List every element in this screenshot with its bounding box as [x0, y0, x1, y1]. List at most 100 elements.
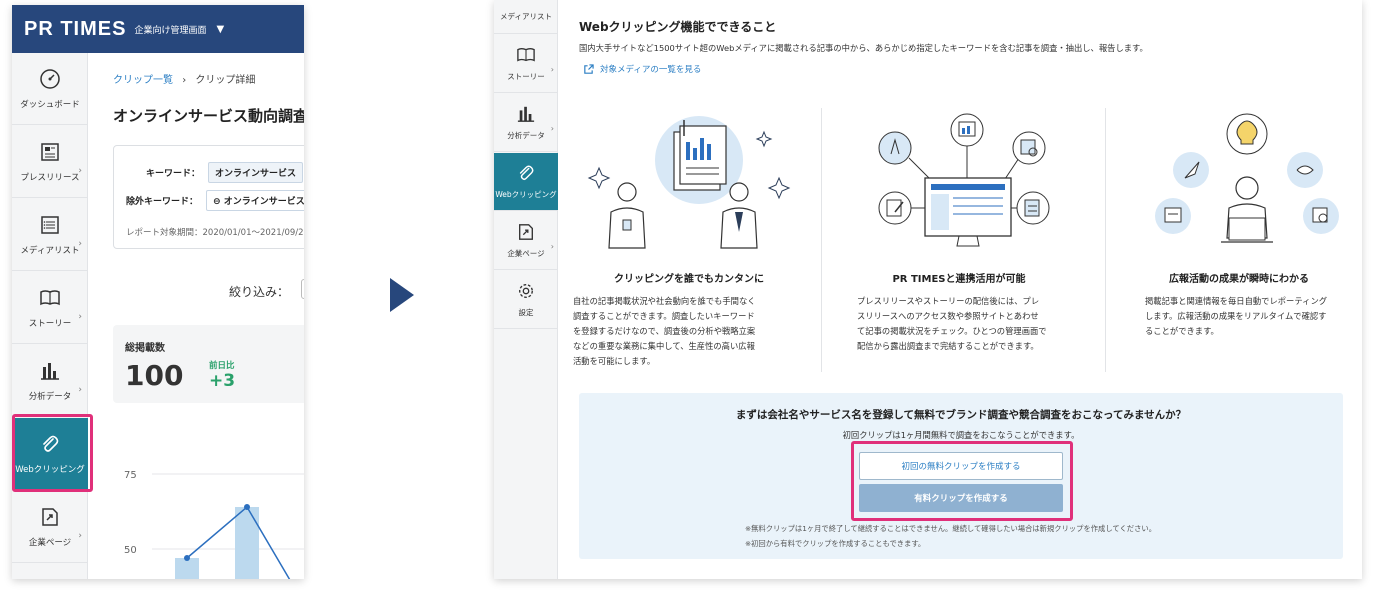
divider [1105, 108, 1106, 372]
highlight-frame [851, 441, 1073, 521]
sidebar-item-label: 分析データ [28, 391, 72, 402]
chevron-right-icon: › [78, 531, 82, 541]
after-screen: メディアリスト ストーリー › 分析データ › Webクリッピング 企業ページ … [494, 0, 1362, 579]
stat-value: 100 [125, 359, 184, 392]
cta-title: まずは会社名やサービス名を登録して無料でブランド調査や競合調査をおこなってみませ… [735, 409, 1187, 421]
transition-arrow-icon [390, 278, 414, 312]
people-with-report-illustration [587, 116, 791, 249]
chevron-right-icon: › [78, 166, 82, 176]
sidebar-item-analytics[interactable]: 分析データ › [494, 94, 558, 152]
page-title: オンラインサービス動向調査 [113, 107, 304, 125]
chevron-right-icon: › [550, 242, 554, 251]
exclude-keyword-row: 除外キーワード： ⊖ オンラインサービス [126, 190, 304, 211]
y-tick-label: 50 [124, 545, 137, 556]
sidebar-item-company-page[interactable]: 企業ページ › [12, 491, 88, 563]
media-list-link[interactable]: 対象メディアの一覧を見る [583, 63, 701, 75]
compare-label: 前日比 [209, 361, 235, 371]
sidebar-item-label: 企業ページ [507, 249, 545, 258]
bar [175, 558, 199, 579]
divider [821, 108, 822, 372]
sidebar-item-label: ストーリー [28, 318, 72, 329]
y-tick-label: 75 [124, 470, 137, 481]
sidebar-item-label: メディアリスト [20, 245, 80, 256]
brand-logo[interactable]: PR TIMES [24, 18, 126, 41]
sidebar-item-story[interactable]: ストーリー › [494, 35, 558, 93]
data-point [184, 555, 190, 561]
gear-icon [516, 281, 536, 301]
cta-subtitle: 初回クリップは1ヶ月間無料で調査をおこなうことができます。 [842, 430, 1080, 440]
sidebar-item-label: 設定 [518, 308, 534, 317]
trend-chart: 75 50 [124, 470, 304, 579]
sidebar-item-dashboard[interactable]: ダッシュボード [12, 53, 88, 125]
feature-line: 自社の記事掲載状況や社会動向を誰でも手間なく [573, 296, 756, 306]
breadcrumb-link[interactable]: クリップ一覧 [113, 75, 173, 86]
sidebar-item-media-list[interactable]: メディアリスト › [12, 199, 88, 271]
person-with-laptop-illustration [1155, 113, 1339, 243]
section-title: Webクリッピング機能でできること [579, 20, 777, 34]
feature-line: 調査することができます。調査したいキーワード [573, 311, 755, 321]
keyword-tag[interactable]: オンラインサービス [208, 162, 304, 183]
filter-select[interactable] [301, 279, 304, 299]
media-link-text[interactable]: 対象メディアの一覧を見る [600, 63, 701, 75]
chevron-right-icon: › [78, 239, 82, 249]
sidebar-item-story[interactable]: ストーリー › [12, 272, 88, 344]
feature-title: PR TIMESと連携活用が可能 [892, 274, 1026, 285]
total-count-card: 総掲載数 100 前日比 +3 [113, 325, 304, 403]
sidebar-item-media-list[interactable]: メディアリスト [494, 0, 558, 34]
report-period: レポート対象期間：2020/01/01〜2021/09/2 [126, 228, 304, 238]
sidebar-item-settings[interactable]: 設定 [494, 271, 558, 329]
sidebar-item-label: プレスリリース [20, 172, 80, 183]
feature-line: 活動を可能にします。 [573, 356, 656, 366]
dashboard-icon [39, 68, 61, 90]
sidebar-item-analytics[interactable]: 分析データ › [12, 345, 88, 417]
sidebar-item-press-release[interactable]: プレスリリース › [12, 126, 88, 198]
press-release-icon [39, 141, 61, 163]
before-screen: PR TIMES 企業向け管理画面 ▼ ダッシュボード プレスリリース › メデ… [12, 5, 304, 579]
breadcrumb-separator: › [182, 75, 187, 86]
sidebar: ダッシュボード プレスリリース › メディアリスト › ストーリー › 分析デー… [12, 53, 88, 579]
sidebar-item-label: メディアリスト [500, 12, 552, 21]
sidebar-item-label: 企業ページ [28, 537, 72, 548]
brand-subtitle: 企業向け管理画面 [134, 25, 207, 36]
media-list-icon [39, 214, 61, 236]
feature-line: 配信から露出調査まで完結することができます。 [857, 341, 1039, 351]
breadcrumb-current: クリップ詳細 [195, 75, 256, 86]
section-description: 国内大手サイトなど1500サイト超のWebメディアに掲載される記事の中から、あら… [579, 43, 1148, 53]
main-content: Webクリッピング機能でできること 国内大手サイトなど1500サイト超のWebメ… [559, 0, 1362, 579]
external-link-icon [584, 63, 594, 74]
connected-monitor-illustration [878, 113, 1050, 247]
top-bar: PR TIMES 企業向け管理画面 ▼ [12, 5, 304, 53]
chevron-down-icon[interactable]: ▼ [216, 24, 224, 35]
chevron-right-icon: › [78, 312, 82, 322]
feature-title: クリッピングを誰でもカンタンに [614, 274, 764, 285]
sidebar-item-label: 分析データ [507, 131, 545, 140]
sidebar-item-company-page[interactable]: 企業ページ › [494, 212, 558, 270]
story-icon [39, 287, 61, 309]
analytics-icon [39, 360, 61, 382]
keyword-panel: キーワード： オンラインサービス 除外キーワード： ⊖ オンラインサービス レポ… [113, 145, 304, 249]
chevron-right-icon: › [550, 124, 554, 133]
sidebar-item-label: ダッシュボード [20, 99, 80, 110]
feature-line: などの重要な業務に集中して、生産性の高い広報 [573, 341, 755, 351]
story-icon [516, 45, 536, 65]
exclude-keyword-tag[interactable]: ⊖ オンラインサービス [206, 190, 304, 211]
feature-description: 掲載記事と関連情報を毎日自動でレポーティング します。広報活動の成果をリアルタイ… [1145, 294, 1362, 339]
bar [235, 507, 259, 579]
sidebar: メディアリスト ストーリー › 分析データ › Webクリッピング 企業ページ … [494, 0, 558, 579]
feature-easy-clipping: クリッピングを誰でもカンタンに 自社の記事掲載状況や社会動向を誰でも手間なく 調… [569, 108, 819, 378]
keyword-row: キーワード： オンラインサービス [146, 162, 304, 183]
feature-prtimes-integration: PR TIMESと連携活用が可能 プレスリリースやストーリーの配信後には、プレ … [839, 108, 1089, 378]
feature-line: ることができます。 [1145, 326, 1219, 336]
breadcrumb: クリップ一覧 › クリップ詳細 [113, 71, 255, 86]
feature-line: します。広報活動の成果をリアルタイムで確認す [1145, 311, 1327, 321]
sidebar-item-label: ストーリー [507, 72, 545, 81]
sidebar-item-web-clipping[interactable]: Webクリッピング [494, 153, 558, 211]
keyword-label: キーワード： [146, 169, 201, 179]
analytics-icon [516, 104, 536, 124]
filter-label: 絞り込み： [229, 285, 290, 299]
company-page-icon [39, 506, 61, 528]
feature-line: スリリースへのアクセス数や参照サイトとあわせ [857, 311, 1039, 321]
clip-icon [516, 163, 536, 183]
exclude-keyword-label: 除外キーワード： [126, 197, 199, 207]
paid-clip-note: ※初回から有料でクリップを作成することもできます。 [745, 539, 926, 548]
